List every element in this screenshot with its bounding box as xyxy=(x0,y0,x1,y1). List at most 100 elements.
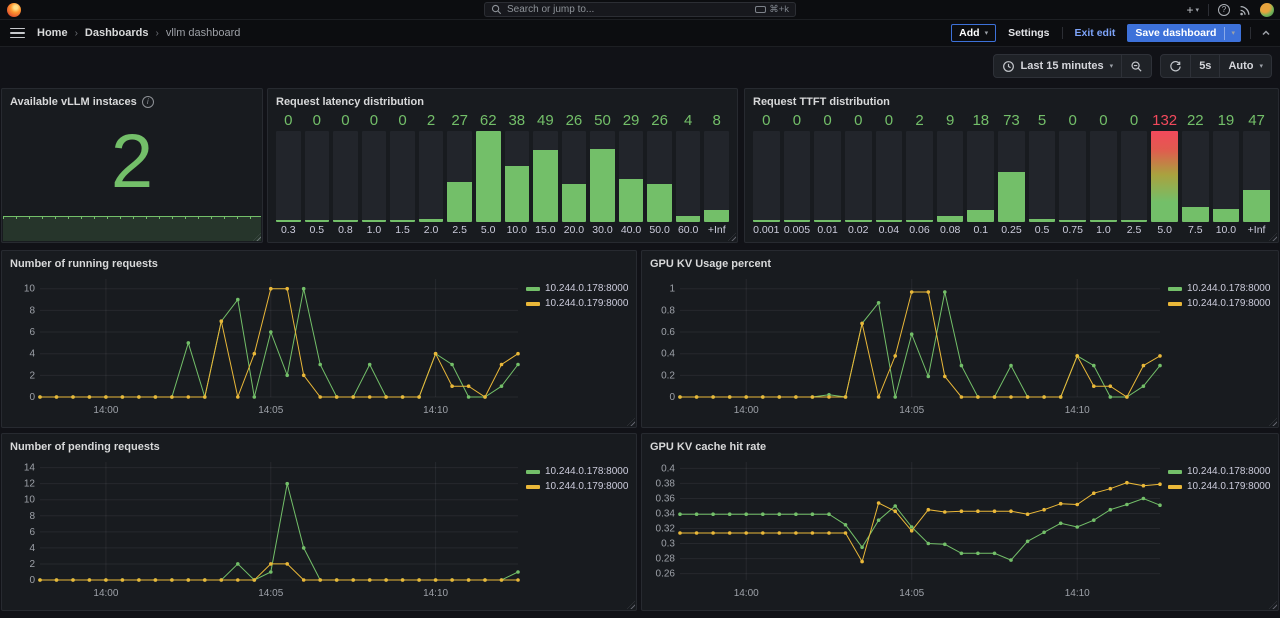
data-point xyxy=(1125,503,1129,507)
data-point xyxy=(1026,540,1030,544)
data-point xyxy=(450,578,454,582)
panel-title[interactable]: Number of pending requests xyxy=(10,440,628,454)
bar-axis-label: 0.001 xyxy=(753,222,780,236)
breadcrumb: Home › Dashboards › vllm dashboard xyxy=(37,27,240,39)
panel-resize-handle[interactable] xyxy=(1269,233,1277,241)
data-point xyxy=(269,330,273,334)
data-point xyxy=(695,395,699,399)
data-point xyxy=(943,375,947,379)
info-icon[interactable]: i xyxy=(142,96,154,108)
data-point xyxy=(1026,512,1030,516)
bar-axis-label: 0.75 xyxy=(1059,222,1086,236)
zoom-out-time-button[interactable] xyxy=(1121,55,1151,77)
chart-canvas[interactable]: 024681014:0014:0514:10 xyxy=(10,271,526,423)
legend-item[interactable]: 10.244.0.178:8000 xyxy=(526,283,628,294)
bar-fill xyxy=(967,210,994,222)
menu-icon[interactable] xyxy=(10,28,25,39)
legend-item[interactable]: 10.244.0.179:8000 xyxy=(526,481,628,492)
legend-item[interactable]: 10.244.0.178:8000 xyxy=(1168,283,1270,294)
bar-10.0: 1910.0 xyxy=(1213,111,1240,236)
data-point xyxy=(500,363,504,367)
y-axis-tick-label: 0.36 xyxy=(656,493,676,504)
exit-edit-button[interactable]: Exit edit xyxy=(1072,25,1119,41)
data-point xyxy=(844,523,848,527)
data-point xyxy=(71,578,75,582)
chart-canvas[interactable]: 0.260.280.30.320.340.360.380.414:0014:05… xyxy=(650,454,1168,606)
data-point xyxy=(993,552,997,556)
news-icon[interactable] xyxy=(1239,4,1251,16)
legend-item[interactable]: 10.244.0.178:8000 xyxy=(526,466,628,477)
series-line xyxy=(40,289,518,397)
bar-track xyxy=(619,131,644,222)
x-axis-tick-label: 14:00 xyxy=(734,405,759,416)
y-axis-tick-label: 0 xyxy=(29,392,35,403)
legend-item[interactable]: 10.244.0.178:8000 xyxy=(1168,466,1270,477)
data-point xyxy=(976,509,980,513)
y-axis-tick-label: 0.8 xyxy=(661,305,675,316)
data-point xyxy=(335,578,339,582)
bar-track xyxy=(937,131,964,222)
panel-title[interactable]: GPU KV cache hit rate xyxy=(650,440,1270,454)
data-point xyxy=(1158,503,1162,507)
search-input[interactable]: Search or jump to... ⌘+k xyxy=(484,2,796,17)
data-point xyxy=(1158,354,1162,358)
refresh-button[interactable] xyxy=(1161,55,1190,77)
data-point xyxy=(893,395,897,399)
y-axis-tick-label: 0.38 xyxy=(656,478,676,489)
help-icon[interactable]: ? xyxy=(1218,4,1230,16)
data-point xyxy=(844,531,848,535)
breadcrumb-home[interactable]: Home xyxy=(37,27,68,39)
data-point xyxy=(927,542,931,546)
data-point xyxy=(728,395,732,399)
chart-canvas[interactable]: 00.20.40.60.8114:0014:0514:10 xyxy=(650,271,1168,423)
legend-item[interactable]: 10.244.0.179:8000 xyxy=(526,298,628,309)
data-point xyxy=(1042,395,1046,399)
panel-title[interactable]: Request latency distribution xyxy=(276,95,729,109)
legend-series-label: 10.244.0.178:8000 xyxy=(1187,283,1270,294)
bar-track xyxy=(906,131,933,222)
data-point xyxy=(1158,482,1162,486)
bar-value-label: 19 xyxy=(1213,111,1240,131)
breadcrumb-separator-icon: › xyxy=(155,28,158,39)
panel-title[interactable]: Number of running requests xyxy=(10,257,628,271)
y-axis-tick-label: 4 xyxy=(29,543,35,554)
settings-button[interactable]: Settings xyxy=(1005,25,1052,41)
legend-series-color xyxy=(526,470,540,474)
bar-0.5: 50.5 xyxy=(1029,111,1056,236)
grafana-logo-icon[interactable] xyxy=(7,3,21,17)
y-axis-tick-label: 8 xyxy=(29,511,35,522)
save-dashboard-button[interactable]: Save dashboard ▾ xyxy=(1127,24,1241,42)
panel-gpu-kv-usage: GPU KV Usage percent 00.20.40.60.8114:00… xyxy=(641,250,1279,428)
time-range-picker[interactable]: Last 15 minutes ▾ xyxy=(994,55,1122,77)
data-point xyxy=(728,512,732,516)
refresh-interval-label[interactable]: 5s xyxy=(1190,55,1219,77)
panel-title[interactable]: Request TTFT distribution xyxy=(753,95,1270,109)
keyboard-icon xyxy=(755,6,766,13)
bar-track xyxy=(419,131,444,222)
data-point xyxy=(500,578,504,582)
legend-item[interactable]: 10.244.0.179:8000 xyxy=(1168,298,1270,309)
panel-title[interactable]: GPU KV Usage percent xyxy=(650,257,1270,271)
data-point xyxy=(500,384,504,388)
bar-track xyxy=(967,131,994,222)
data-point xyxy=(285,374,289,378)
bar-fill xyxy=(1182,207,1209,222)
panel-title[interactable]: Available vLLM instaces i xyxy=(10,95,254,109)
breadcrumb-dashboards[interactable]: Dashboards xyxy=(85,27,149,39)
panel-resize-handle[interactable] xyxy=(728,233,736,241)
auto-refresh-picker[interactable]: Auto ▾ xyxy=(1219,55,1271,77)
legend-item[interactable]: 10.244.0.179:8000 xyxy=(1168,481,1270,492)
search-icon xyxy=(491,4,502,15)
add-panel-button[interactable]: Add ▾ xyxy=(951,24,996,42)
data-point xyxy=(154,395,158,399)
chart-canvas[interactable]: 0246810121414:0014:0514:10 xyxy=(10,454,526,606)
data-point xyxy=(384,578,388,582)
search-placeholder: Search or jump to... xyxy=(507,4,750,15)
bar-axis-label: 7.5 xyxy=(1182,222,1209,236)
y-axis-tick-label: 4 xyxy=(29,349,35,360)
user-avatar[interactable] xyxy=(1260,3,1274,17)
bar-2.5: 272.5 xyxy=(447,111,472,236)
collapse-toolbar-button[interactable] xyxy=(1260,27,1272,39)
bar-value-label: 0 xyxy=(876,111,903,131)
add-new-button[interactable]: + ▾ xyxy=(1186,3,1199,17)
